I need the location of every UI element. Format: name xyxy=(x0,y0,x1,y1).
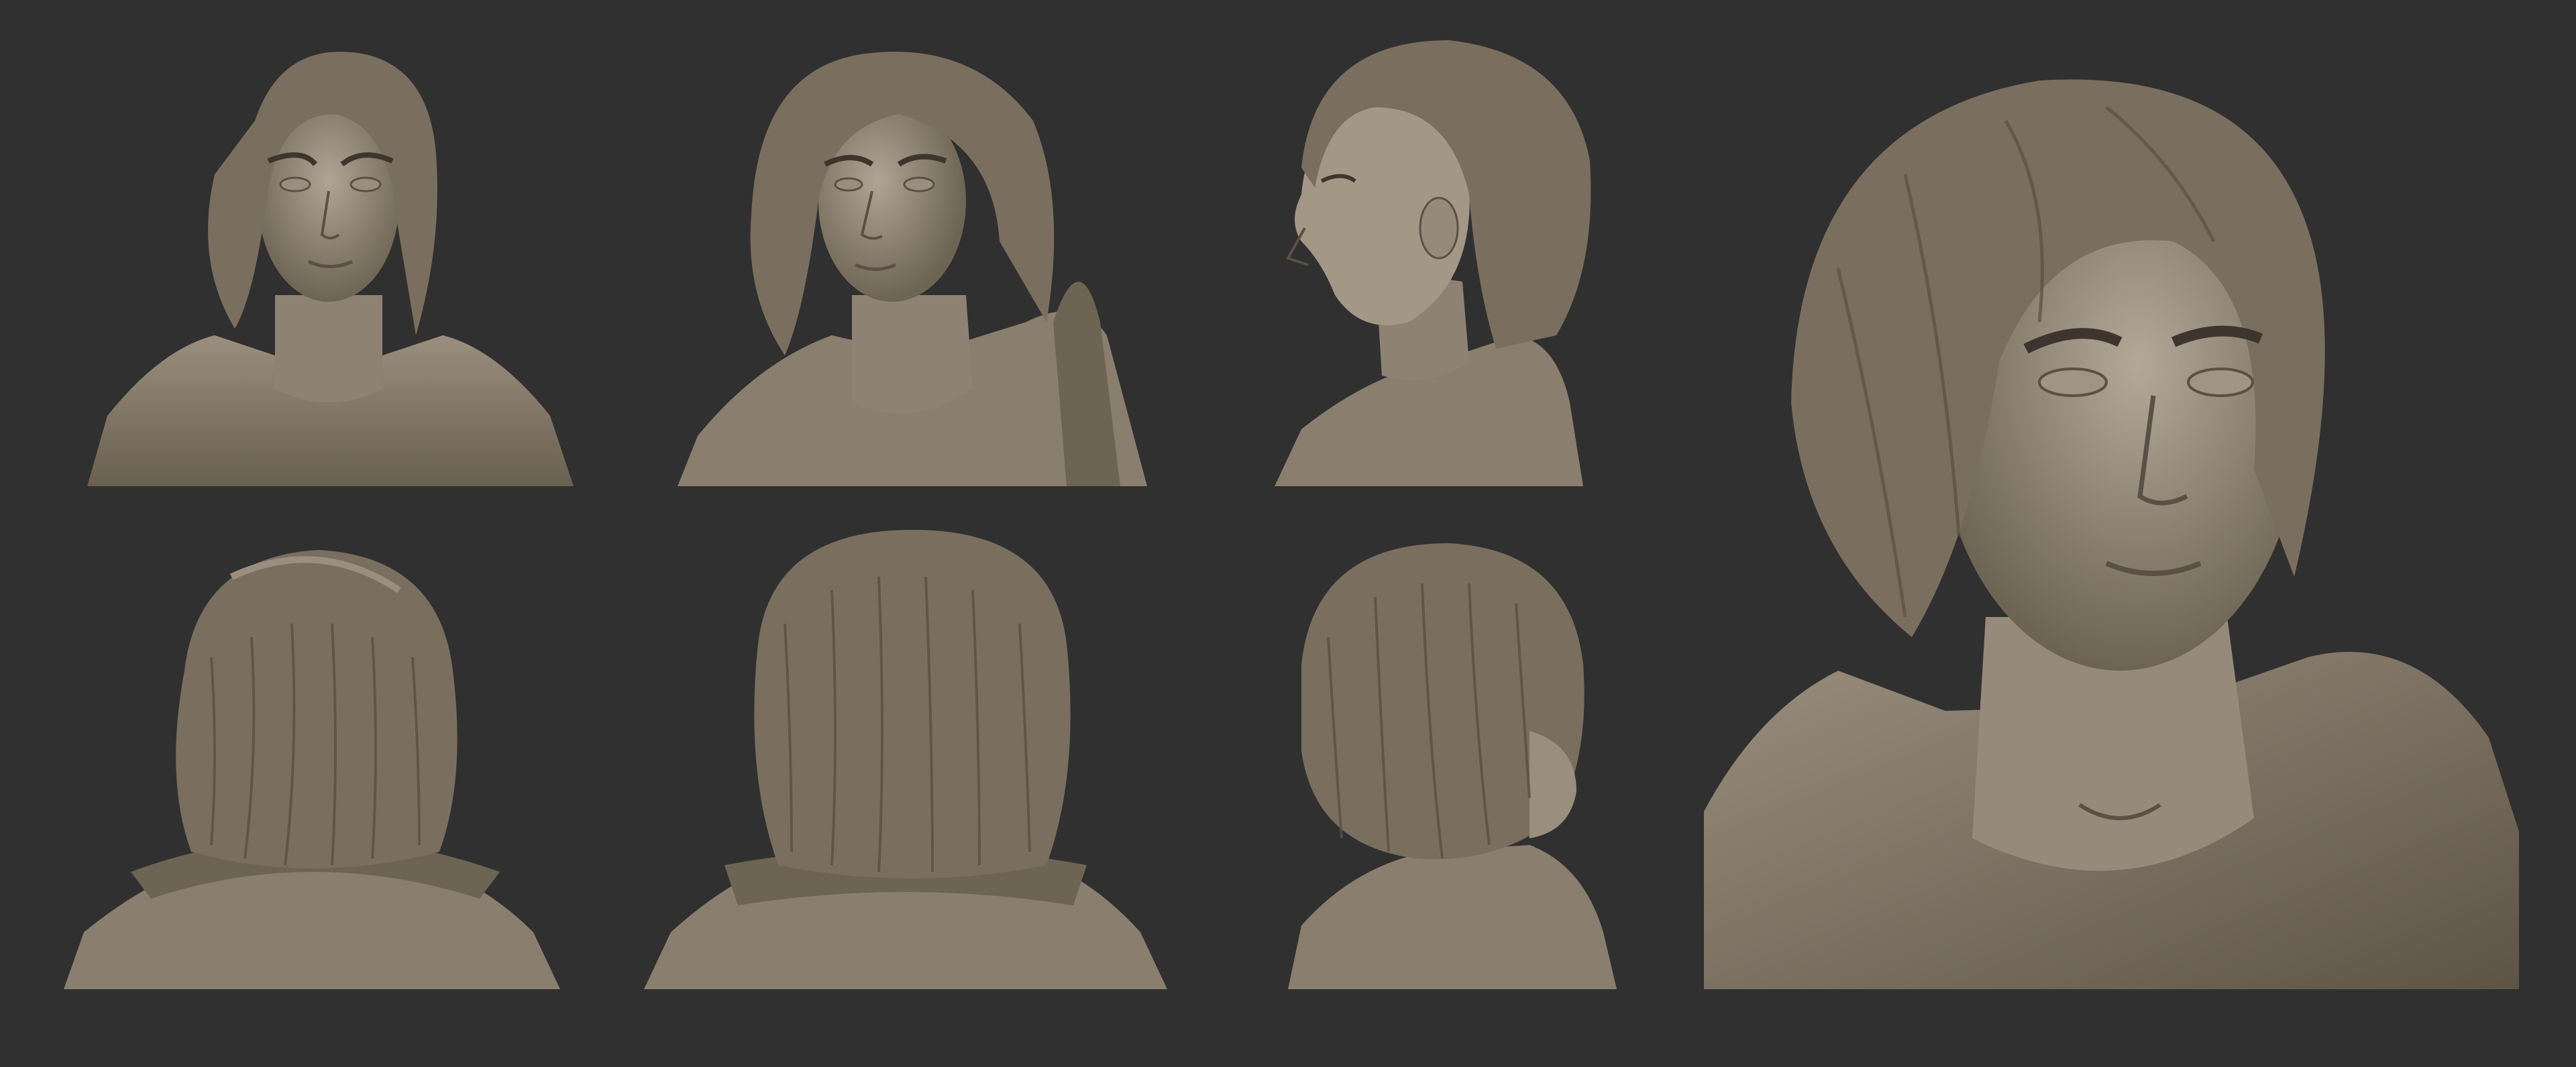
back-view-render xyxy=(64,537,564,989)
three-quarter-view-render xyxy=(678,40,1174,486)
back-low-view-render xyxy=(644,516,1167,989)
front-view-render xyxy=(80,40,577,486)
profile-view-render xyxy=(1275,27,1630,486)
sculpt-turnaround-sheet xyxy=(0,0,2576,1067)
closeup-view-render xyxy=(1704,67,2519,989)
back-three-quarter-view-render xyxy=(1275,530,1630,989)
